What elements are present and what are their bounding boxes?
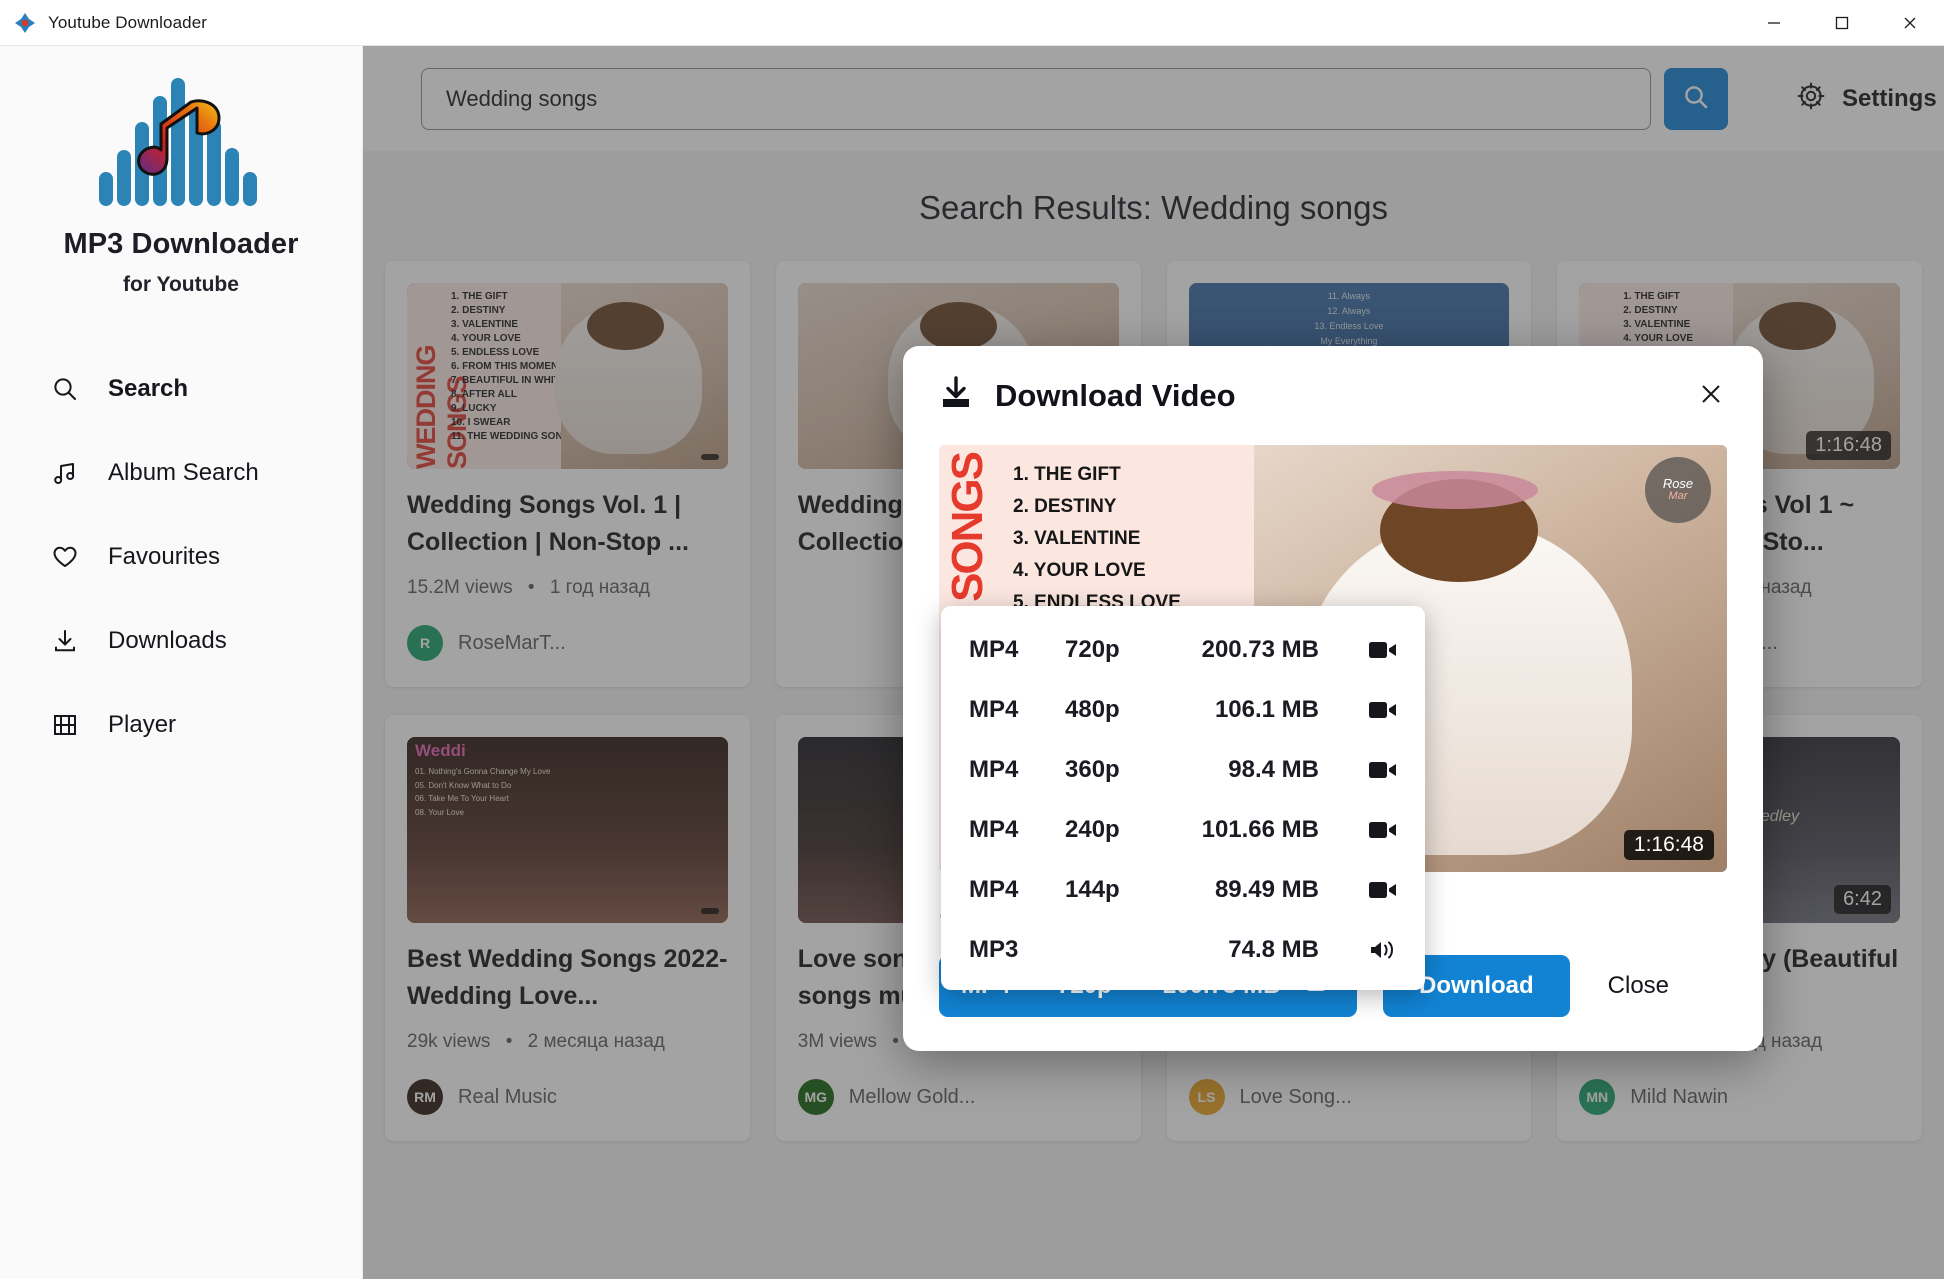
option-format: MP4 — [969, 756, 1019, 783]
window-title: Youtube Downloader — [48, 12, 208, 32]
channel-watermark-badge: Rose Mar — [1645, 457, 1711, 523]
tracklist-item: 4. YOUR LOVE — [1013, 559, 1146, 581]
sidebar-item-label: Downloads — [108, 627, 227, 654]
heart-icon — [50, 542, 80, 572]
window-titlebar: Youtube Downloader — [0, 0, 1944, 46]
badge-line-1: Rose — [1662, 476, 1694, 492]
format-option[interactable]: MP3 74.8 MB — [941, 920, 1425, 980]
close-icon[interactable] — [1876, 0, 1944, 45]
sidebar-item-label: Favourites — [108, 543, 221, 570]
sidebar-item-player[interactable]: Player — [0, 683, 362, 767]
close-button[interactable]: Close — [1596, 972, 1681, 1000]
video-camera-icon — [1351, 820, 1397, 840]
video-camera-icon — [1351, 880, 1397, 900]
option-size: 200.73 MB — [1201, 636, 1319, 663]
dialog-header: Download Video — [939, 376, 1727, 415]
option-quality: 360p — [1065, 756, 1120, 783]
app-body: MP3 Downloader for Youtube Search Album … — [0, 46, 1944, 1279]
sidebar-item-label: Album Search — [108, 459, 259, 486]
sidebar: MP3 Downloader for Youtube Search Album … — [0, 46, 363, 1279]
search-icon — [50, 374, 80, 404]
option-format: MP4 — [969, 696, 1019, 723]
video-camera-icon — [1351, 640, 1397, 660]
format-option[interactable]: MP4 144p 89.49 MB — [941, 860, 1425, 920]
minimize-icon[interactable] — [1740, 0, 1808, 45]
app-diamond-icon — [14, 12, 36, 34]
maximize-icon[interactable] — [1808, 0, 1876, 45]
option-format: MP4 — [969, 816, 1019, 843]
option-size: 98.4 MB — [1228, 756, 1319, 783]
option-format: MP4 — [969, 876, 1019, 903]
download-icon — [939, 376, 973, 415]
sidebar-nav: Search Album Search Favourites Downloads — [0, 347, 362, 767]
sidebar-item-label: Player — [108, 711, 177, 738]
option-size: 106.1 MB — [1214, 696, 1319, 723]
option-quality: 240p — [1065, 816, 1120, 843]
music-note-icon — [50, 458, 80, 488]
sidebar-item-favourites[interactable]: Favourites — [0, 515, 362, 599]
option-format: MP4 — [969, 636, 1019, 663]
option-quality: 720p — [1065, 636, 1120, 663]
app-subtitle: for Youtube — [123, 273, 239, 296]
video-camera-icon — [1351, 700, 1397, 720]
sidebar-item-downloads[interactable]: Downloads — [0, 599, 362, 683]
dialog-video-duration: 1:16:48 — [1623, 830, 1714, 860]
main-area: Settings Search Results: Wedding songs W… — [363, 46, 1944, 1279]
tracklist-item: 3. VALENTINE — [1013, 527, 1141, 549]
close-icon[interactable] — [1691, 374, 1731, 414]
logo-wrap — [0, 78, 362, 206]
option-size: 89.49 MB — [1214, 876, 1319, 903]
tracklist-item: 1. THE GIFT — [1013, 464, 1121, 485]
tracklist-header: SONGS — [943, 453, 992, 602]
sidebar-item-label: Search — [108, 375, 189, 402]
app-name: MP3 Downloader — [63, 228, 299, 260]
download-icon — [50, 626, 80, 656]
option-quality: 144p — [1065, 876, 1120, 903]
option-size: 101.66 MB — [1201, 816, 1319, 843]
badge-line-2: Mar — [1668, 490, 1688, 503]
option-quality: 480p — [1065, 696, 1120, 723]
video-camera-icon — [1351, 760, 1397, 780]
format-option[interactable]: MP4 480p 106.1 MB — [941, 680, 1425, 740]
dialog-title: Download Video — [995, 377, 1236, 413]
film-strip-icon — [50, 710, 80, 740]
speaker-icon — [1351, 939, 1397, 961]
tracklist-item: 2. DESTINY — [1013, 495, 1117, 517]
format-options-dropdown[interactable]: MP4 720p 200.73 MB MP4 480p 106.1 MB MP4… — [941, 606, 1425, 990]
option-size: 74.8 MB — [1228, 936, 1319, 963]
format-option[interactable]: MP4 240p 101.66 MB — [941, 800, 1425, 860]
format-option[interactable]: MP4 720p 200.73 MB — [941, 620, 1425, 680]
waveform-music-note-logo — [97, 78, 265, 206]
format-option[interactable]: MP4 360p 98.4 MB — [941, 740, 1425, 800]
sidebar-item-search[interactable]: Search — [0, 347, 362, 431]
sidebar-item-album-search[interactable]: Album Search — [0, 431, 362, 515]
option-format: MP3 — [969, 936, 1019, 963]
